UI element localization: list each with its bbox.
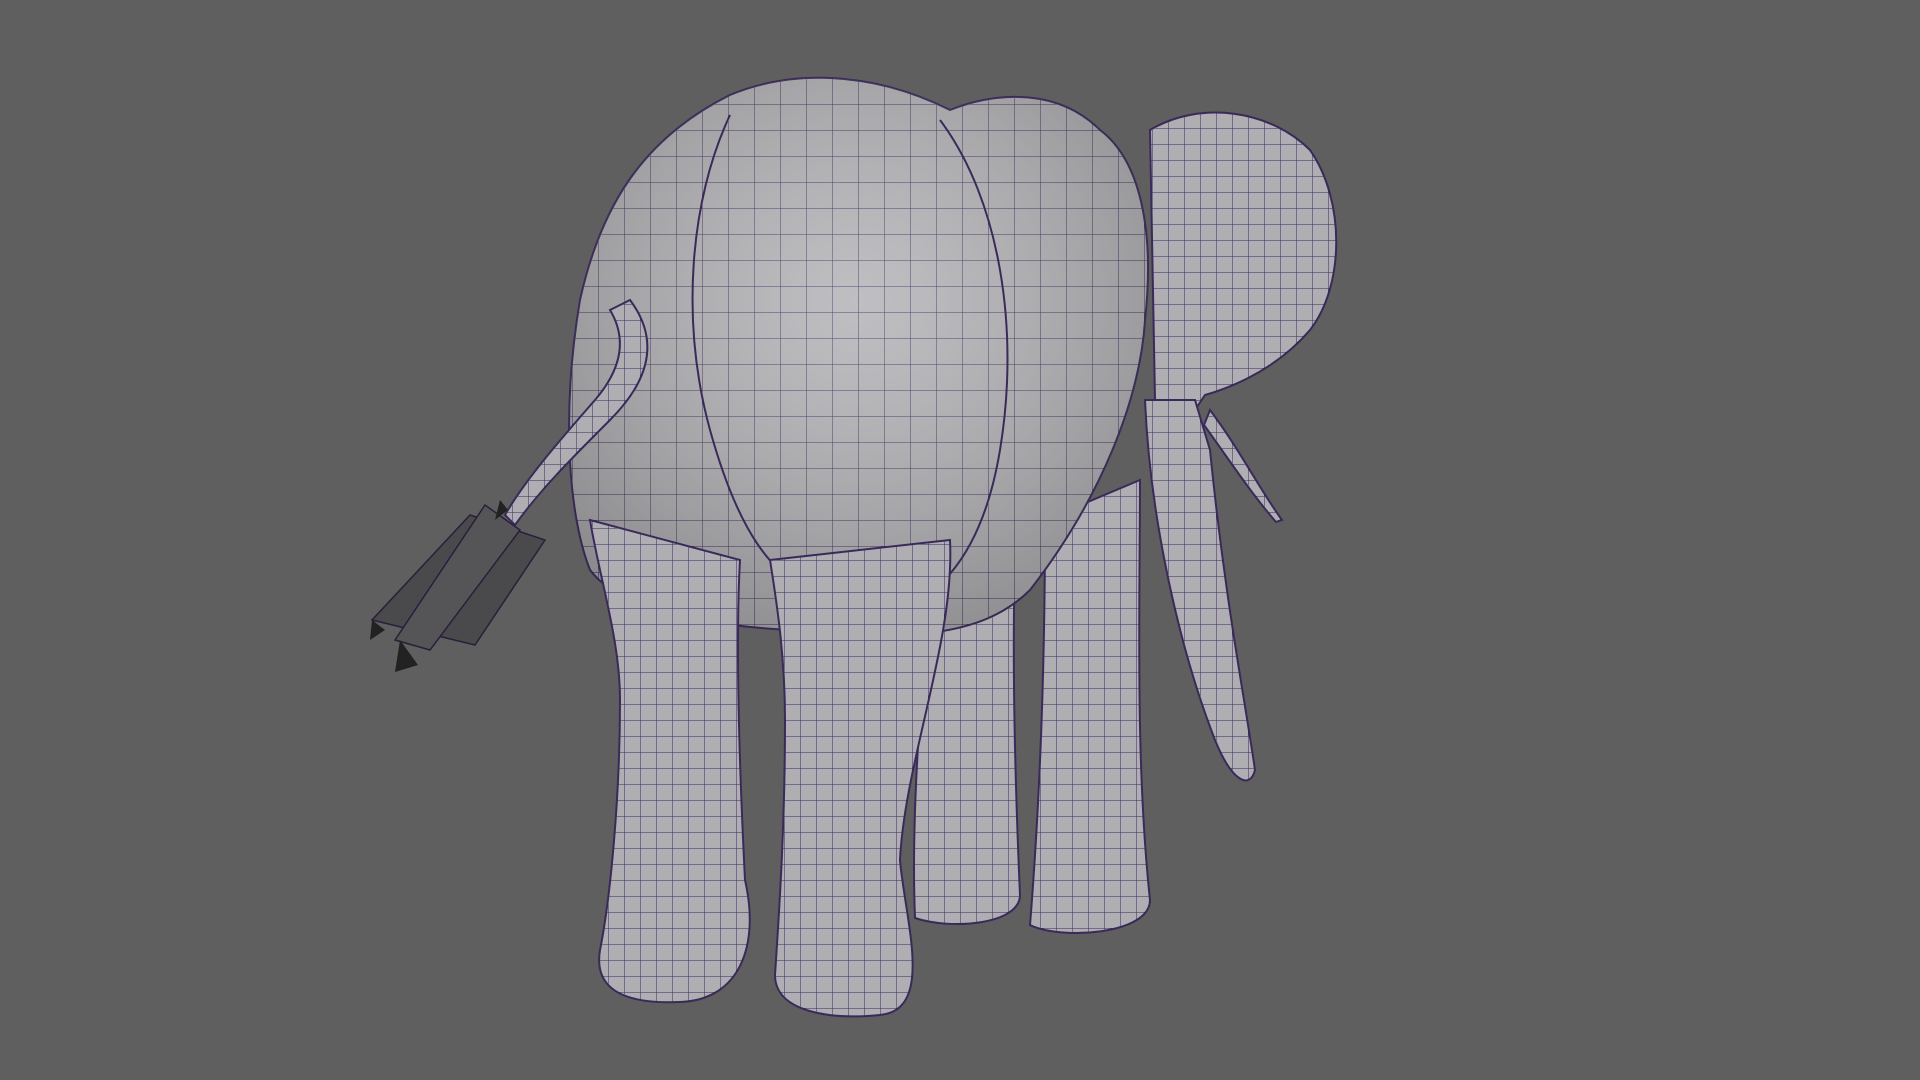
3d-viewport[interactable]	[0, 0, 1920, 1080]
ear-mesh[interactable]	[1148, 111, 1338, 442]
near-leg-left[interactable]	[588, 518, 751, 1004]
elephant-mesh[interactable]	[370, 76, 1338, 1018]
viewport-scene[interactable]	[0, 0, 1920, 1080]
tail-tuft-mesh[interactable]	[370, 500, 547, 672]
